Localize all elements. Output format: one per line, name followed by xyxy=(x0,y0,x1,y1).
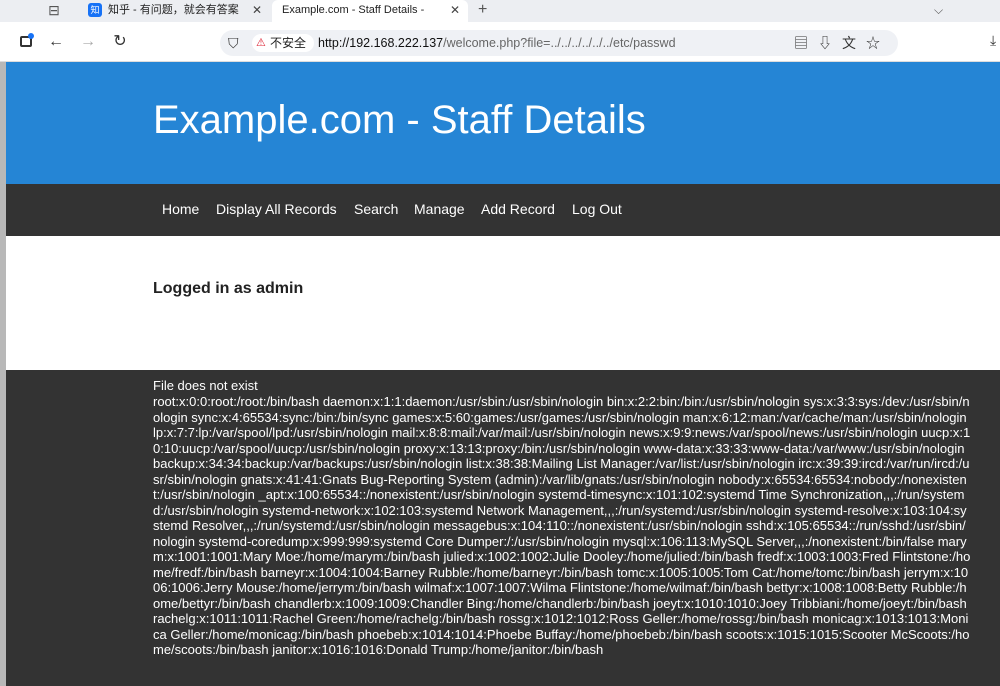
nav-add-record[interactable]: Add Record xyxy=(481,201,555,217)
address-bar-actions: ▤⇩文☆ xyxy=(794,30,890,56)
main-nav: Home Display All Records Search Manage A… xyxy=(6,184,1000,236)
plus-icon[interactable]: + xyxy=(478,0,487,20)
nav-search[interactable]: Search xyxy=(354,201,398,217)
nav-log-out[interactable]: Log Out xyxy=(572,201,622,217)
zhihu-favicon-icon: 知 xyxy=(88,3,102,17)
tab-zhihu[interactable]: 知 知乎 - 有问题，就会有答案 ✕ xyxy=(82,0,270,22)
sidebar-toggle-icon[interactable] xyxy=(18,32,38,52)
nav-display-all-records[interactable]: Display All Records xyxy=(216,201,337,217)
nav-manage[interactable]: Manage xyxy=(414,201,465,217)
browser-toolbar: ← → ↻ ⛉ ⚠ 不安全 http://192.168.222.137/welc… xyxy=(0,22,1000,62)
site-header: Example.com - Staff Details xyxy=(6,62,1000,184)
web-page: Example.com - Staff Details Home Display… xyxy=(6,62,1000,686)
shield-icon[interactable]: ⛉ xyxy=(228,33,239,53)
insecure-badge[interactable]: ⚠ 不安全 xyxy=(252,34,315,52)
page-title: Example.com - Staff Details xyxy=(153,98,646,142)
close-icon[interactable]: ✕ xyxy=(450,0,460,20)
download-icon[interactable]: ⤓ xyxy=(990,32,996,49)
back-arrow-icon[interactable]: ← xyxy=(46,32,66,52)
browser-tab-strip: ⊟ 知 知乎 - 有问题，就会有答案 ✕ Example.com - Staff… xyxy=(0,0,1000,22)
reload-icon[interactable]: ↻ xyxy=(110,32,130,52)
logged-in-status: Logged in as admin xyxy=(153,280,304,297)
warning-icon: ⚠ xyxy=(256,37,266,49)
insecure-label: 不安全 xyxy=(270,36,307,50)
close-icon[interactable]: ✕ xyxy=(252,0,262,20)
url-text[interactable]: http://192.168.222.137/welcome.php?file=… xyxy=(318,30,676,56)
error-message: File does not exist xyxy=(153,378,258,393)
nav-home[interactable]: Home xyxy=(162,201,199,217)
tab-staff-details[interactable]: Example.com - Staff Details - Welcome ✕ xyxy=(272,0,468,22)
url-path: /welcome.php?file=../../../../../../etc/… xyxy=(443,36,676,50)
tab-switcher-icon[interactable]: ⊟ xyxy=(44,2,64,18)
passwd-dump: root:x:0:0:root:/root:/bin/bash daemon:x… xyxy=(153,394,971,657)
login-status-section: Logged in as admin xyxy=(6,236,1000,370)
translate-icon[interactable]: 文 xyxy=(842,35,866,51)
star-icon[interactable]: ☆ xyxy=(866,35,890,51)
forward-arrow-icon[interactable]: → xyxy=(78,32,98,52)
address-bar[interactable]: ⛉ ⚠ 不安全 http://192.168.222.137/welcome.ph… xyxy=(220,30,898,56)
chevron-down-icon[interactable]: ⌵ xyxy=(934,0,943,20)
tab-title: 知乎 - 有问题，就会有答案 xyxy=(108,4,239,16)
url-host: http://192.168.222.137 xyxy=(318,36,444,50)
file-content-section: File does not exist root:x:0:0:root:/roo… xyxy=(6,370,1000,686)
tab-title: Example.com - Staff Details - Welcome xyxy=(282,4,427,16)
reader-mode-icon[interactable]: ▤ xyxy=(794,35,818,51)
save-page-icon[interactable]: ⇩ xyxy=(818,35,842,51)
